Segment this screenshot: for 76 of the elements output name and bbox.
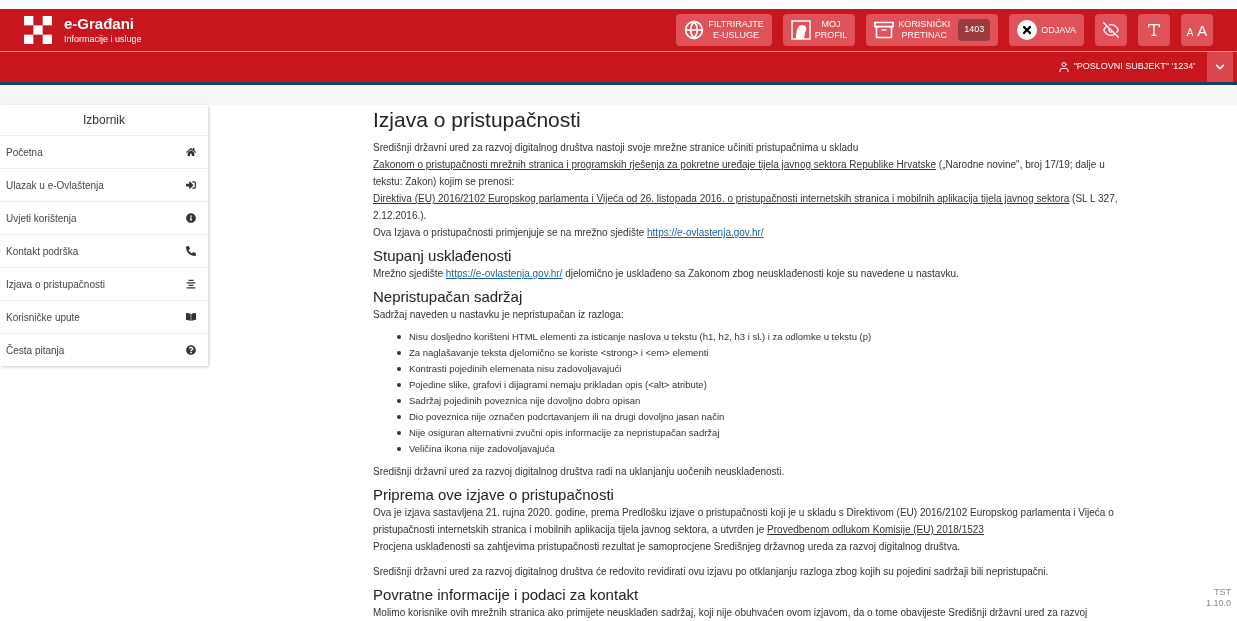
button-label: KORISNIČKI PRETINAC (898, 19, 951, 42)
menu-item[interactable]: Ulazak u e-Ovlaštenja (0, 168, 208, 201)
sign-in-icon (186, 180, 196, 190)
section-heading: Priprema ove izjave o pristupačnosti (373, 486, 615, 504)
menu-item[interactable]: Uvjeti korištenja (0, 201, 208, 234)
list-item: Dio poveznica nije označen podcrtavanjem ili na drugi dovoljno jasan način (409, 410, 725, 424)
list-item: Sadržaj pojedinih poveznica nije dovoljno dobro opisan (409, 394, 641, 408)
bullet-icon (397, 399, 401, 403)
font-button[interactable] (1138, 14, 1170, 47)
count-badge: 1403 (958, 19, 991, 41)
paragraph: Molimo korisnike ovih mrežnih stranica ako primijete neusklađen sadržaj, koji nije obuhvaćen ovom izjavom, da o tome obavijeste Središnji državni ured za razvoj (373, 606, 1089, 620)
menu-item[interactable]: Česta pitanja (0, 333, 208, 366)
profile-button[interactable]: MOJ PROFIL (782, 14, 856, 47)
home-icon (186, 147, 196, 157)
profile-icon (790, 20, 811, 41)
bullet-icon (397, 431, 401, 435)
button-label: FILTRIRAJTE E-USLUGE (708, 19, 764, 42)
section-heading: Stupanj usklađenosti (373, 247, 513, 265)
list-item: Za naglašavanje teksta djelomično se koriste <strong> i <em> elementi (409, 346, 709, 360)
environment-label: TST (1214, 587, 1231, 598)
user-icon (1057, 60, 1070, 73)
chevron-down-icon (1215, 61, 1225, 72)
list-item: Kontrasti pojedinih elemenata nisu zadovoljavajući (409, 362, 622, 376)
user-name: "POSLOVNI SUBJEKT" '1234' (1073, 60, 1195, 74)
button-label: MOJ PROFIL (814, 19, 848, 42)
document-link[interactable]: Zakonom o pristupačnosti mrežnih stranica i programskih rješenja za pokretne uređaje tijela javnog sektora Republike Hrvatske (373, 159, 937, 170)
filter-button[interactable]: FILTRIRAJTE E-USLUGE (676, 14, 772, 47)
paragraph: Mrežno sjedište https://e-ovlastenja.gov.hr/ djelomično je usklađeno sa Zakonom zbog neusklađenosti koje su navedene u nastavku. (373, 267, 960, 281)
bullet-icon (397, 383, 401, 387)
book-icon (186, 312, 196, 322)
list-item: Nije osiguran alternativni zvučni opis informacije za nepristupačan sadržaj (409, 426, 720, 440)
logo-subtitle: Informacije i usluge (64, 33, 142, 46)
document-link[interactable]: Direktiva (EU) 2016/2102 Europskog parlamenta i Vijeća od 26. listopada 2016. o pristupačnosti internetskih stranica i mobilnih aplikacija tijela javnog sektora (373, 193, 1070, 204)
list-item: Veličina ikona nije zadovoljavajuća (409, 442, 555, 456)
section-heading: Povratne informacije i podaci za kontakt (373, 586, 640, 604)
text-size-button[interactable]: A A (1181, 14, 1213, 47)
menu-title: Izbornik (82, 112, 126, 129)
info-icon (186, 213, 196, 223)
bullet-icon (397, 367, 401, 371)
hide-button[interactable] (1095, 14, 1127, 47)
menu-item[interactable]: Početna (0, 135, 208, 168)
website-link[interactable]: https://e-ovlastenja.gov.hr/ (445, 268, 563, 279)
bullet-icon (397, 447, 401, 451)
bullet-icon (397, 351, 401, 355)
phone-icon (186, 246, 196, 256)
paragraph: Središnji državni ured za razvoj digitalnog društva nastoji svoje mrežne stranice učiniti pristupačnima u skladu Zakonom o pristupačnosti mrežnih stranica i programskih rješenja za pokretne uređaje tijela javnog sektora Republike Hrvatske („Narodne novine", broj 17/19; dalje u tekstu: Zakon) kojim se prenosi: Direktiva (EU) 2016/2102 Europskog parlamenta i Vijeća od 26. listopada 2016. o pristupačnosti internetskih stranica i mobilnih aplikacija tijela javnog sektora (SL L 327, 2.12.2016.). (373, 141, 1119, 223)
website-link[interactable]: https://e-ovlastenja.gov.hr/ (647, 227, 764, 238)
paragraph: Ova Izjava o pristupačnosti primjenjuje se na mrežno sjedište https://e-ovlastenja.gov.hr/ (373, 226, 765, 240)
menu-item[interactable]: Kontakt podrška (0, 234, 208, 267)
paragraph: Središnji državni ured za razvoj digitalnog društva će redovito revidirati ovu izjavu po otklanjanju razloga zbog kojih su pojedini sadržaji bili nepristupačni. (373, 565, 1050, 579)
paragraph: Središnji državni ured za razvoj digitalnog društva radi na uklanjanju uočenih neusklađenosti. (373, 465, 786, 479)
bullet-icon (397, 415, 401, 419)
paragraph: Ova je izjava sastavljena 21. rujna 2020. godine, prema Predlošku izjave o pristupačnosti koji je u skladu s Direktivom (EU) 2016/2102 Europskog parlamenta i Vijeća o pristupačnosti internetskih stranica i mobilnih aplikacija tijela javnog sektora, a utvrđen je Provedbenom odlukom Komisije (EU) 2018/1523 (373, 506, 1115, 537)
archive-icon (874, 20, 895, 41)
checker-logo-icon (24, 16, 52, 45)
list-item: Nisu dosljedno korišteni HTML elementi za isticanje naslova u tekstu (h1, h2, h3 i sl.) i za odlomke u tekstu (p) (409, 330, 872, 344)
list-item: Pojedine slike, grafovi i dijagrami nemaju prikladan opis (<alt> atribute) (409, 378, 707, 392)
paragraph: Procjena usklađenosti sa zahtjevima pristupačnosti rezultat je samoprocjene Središnjeg državnog ureda za razvoj digitalnog društva. (373, 540, 961, 554)
globe-icon (684, 20, 705, 41)
inbox-button[interactable]: KORISNIČKI PRETINAC 1403 (866, 14, 999, 47)
page-title: Izjava o pristupačnosti (373, 107, 582, 133)
font-icon (1146, 22, 1162, 39)
bullet-icon (397, 335, 401, 339)
close-icon (1017, 20, 1038, 41)
menu-item[interactable]: Korisničke upute (0, 300, 208, 333)
menu-item[interactable]: Izjava o pristupačnosti (0, 267, 208, 300)
paragraph: Sadržaj naveden u nastavku je nepristupačan iz razloga: (373, 308, 625, 322)
document-link[interactable]: Provedbenom odlukom Komisije (EU) 2018/1523 (767, 524, 984, 535)
logo-title: e-Građani (64, 15, 136, 34)
lines-icon (186, 279, 196, 289)
help-icon (186, 345, 196, 355)
eye-off-icon (1103, 20, 1119, 41)
button-label: ODJAVA (1041, 24, 1076, 36)
section-heading: Nepristupačan sadržaj (373, 288, 524, 306)
version-label: 1.10.0 (1205, 598, 1231, 609)
logout-button[interactable]: ODJAVA (1009, 14, 1084, 47)
